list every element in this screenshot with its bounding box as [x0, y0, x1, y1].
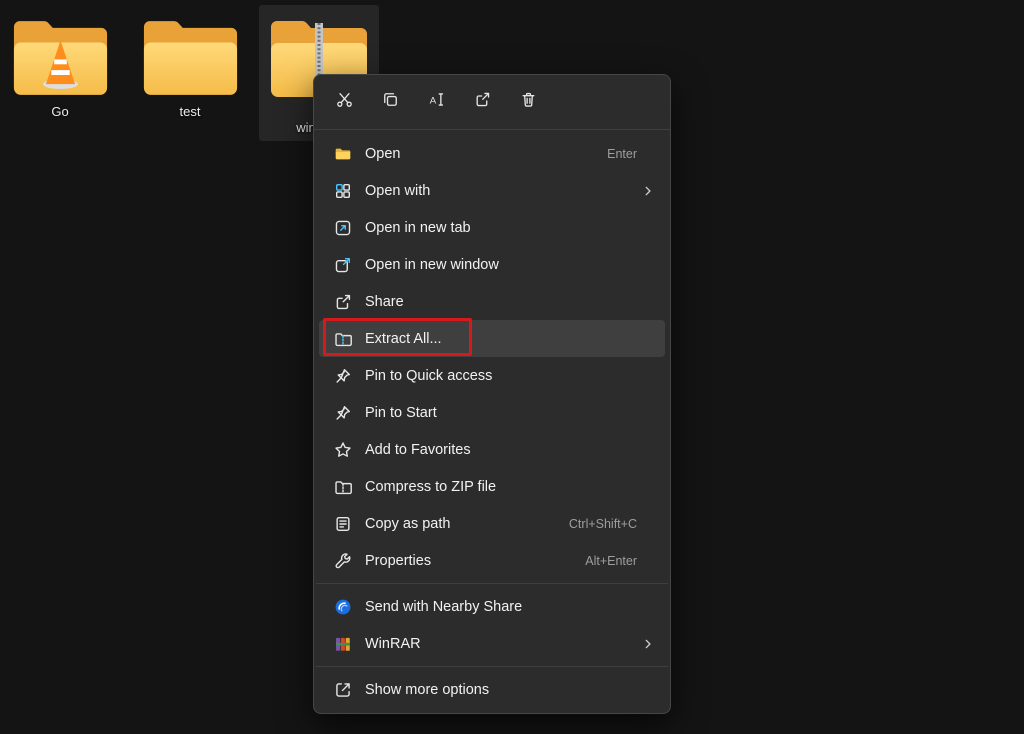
shortcut: Ctrl+Shift+C: [569, 517, 637, 531]
folder-open-icon: [334, 145, 352, 163]
folder-label: Go: [51, 104, 68, 119]
svg-text:A: A: [429, 95, 436, 106]
pin-icon: [334, 367, 352, 385]
cut-button[interactable]: [324, 84, 364, 120]
winrar-icon: [334, 635, 352, 653]
menu-separator: [316, 583, 668, 584]
menu-item-share[interactable]: Share: [319, 283, 665, 320]
menu-item-open-with[interactable]: Open with: [319, 172, 665, 209]
folder-go[interactable]: Go: [0, 5, 120, 141]
folder-test[interactable]: test: [130, 5, 250, 141]
open-with-icon: [334, 182, 352, 200]
extract-all-icon: [334, 330, 352, 348]
more-options-icon: [334, 681, 352, 699]
menu-item-open-in-new-window[interactable]: Open in new window: [319, 246, 665, 283]
menu-item-send-with-nearby-share[interactable]: Send with Nearby Share: [319, 588, 665, 625]
menu-item-pin-to-start[interactable]: Pin to Start: [319, 394, 665, 431]
share-button[interactable]: [462, 84, 502, 120]
rename-button[interactable]: A: [416, 84, 456, 120]
menu-item-extract-all[interactable]: Extract All...: [319, 320, 665, 357]
menu-item-copy-as-path[interactable]: Copy as path Ctrl+Shift+C: [319, 505, 665, 542]
delete-button[interactable]: [508, 84, 548, 120]
copy-path-icon: [334, 515, 352, 533]
trash-icon: [520, 91, 537, 113]
new-tab-icon: [334, 219, 352, 237]
share-icon: [474, 91, 491, 113]
nearby-share-icon: [334, 598, 352, 616]
menu-item-winrar[interactable]: WinRAR: [319, 625, 665, 662]
menu-item-show-more-options[interactable]: Show more options: [319, 671, 665, 708]
menu-item-add-to-favorites[interactable]: Add to Favorites: [319, 431, 665, 468]
chevron-right-icon: [641, 184, 655, 198]
menu-item-open[interactable]: Open Enter: [319, 135, 665, 172]
context-menu-items: Open Enter Open with: [314, 130, 670, 708]
context-menu-toolbar: A: [314, 75, 670, 130]
shortcut: Enter: [607, 147, 637, 161]
shortcut: Alt+Enter: [585, 554, 637, 568]
menu-item-open-in-new-tab[interactable]: Open in new tab: [319, 209, 665, 246]
folder-label: test: [180, 104, 201, 119]
folder-icon: [142, 15, 239, 99]
rename-icon: A: [428, 91, 445, 113]
share-icon: [334, 293, 352, 311]
scissors-icon: [336, 91, 353, 113]
copy-icon: [382, 91, 399, 113]
star-icon: [334, 441, 352, 459]
menu-item-pin-to-quick-access[interactable]: Pin to Quick access: [319, 357, 665, 394]
menu-item-compress-to-zip[interactable]: Compress to ZIP file: [319, 468, 665, 505]
chevron-right-icon: [641, 637, 655, 651]
pin-icon: [334, 404, 352, 422]
copy-button[interactable]: [370, 84, 410, 120]
folder-vlc-icon: [12, 15, 109, 99]
menu-item-properties[interactable]: Properties Alt+Enter: [319, 542, 665, 579]
new-window-icon: [334, 256, 352, 274]
zip-folder-icon: [334, 478, 352, 496]
context-menu: A: [313, 74, 671, 714]
wrench-icon: [334, 552, 352, 570]
menu-separator: [316, 666, 668, 667]
